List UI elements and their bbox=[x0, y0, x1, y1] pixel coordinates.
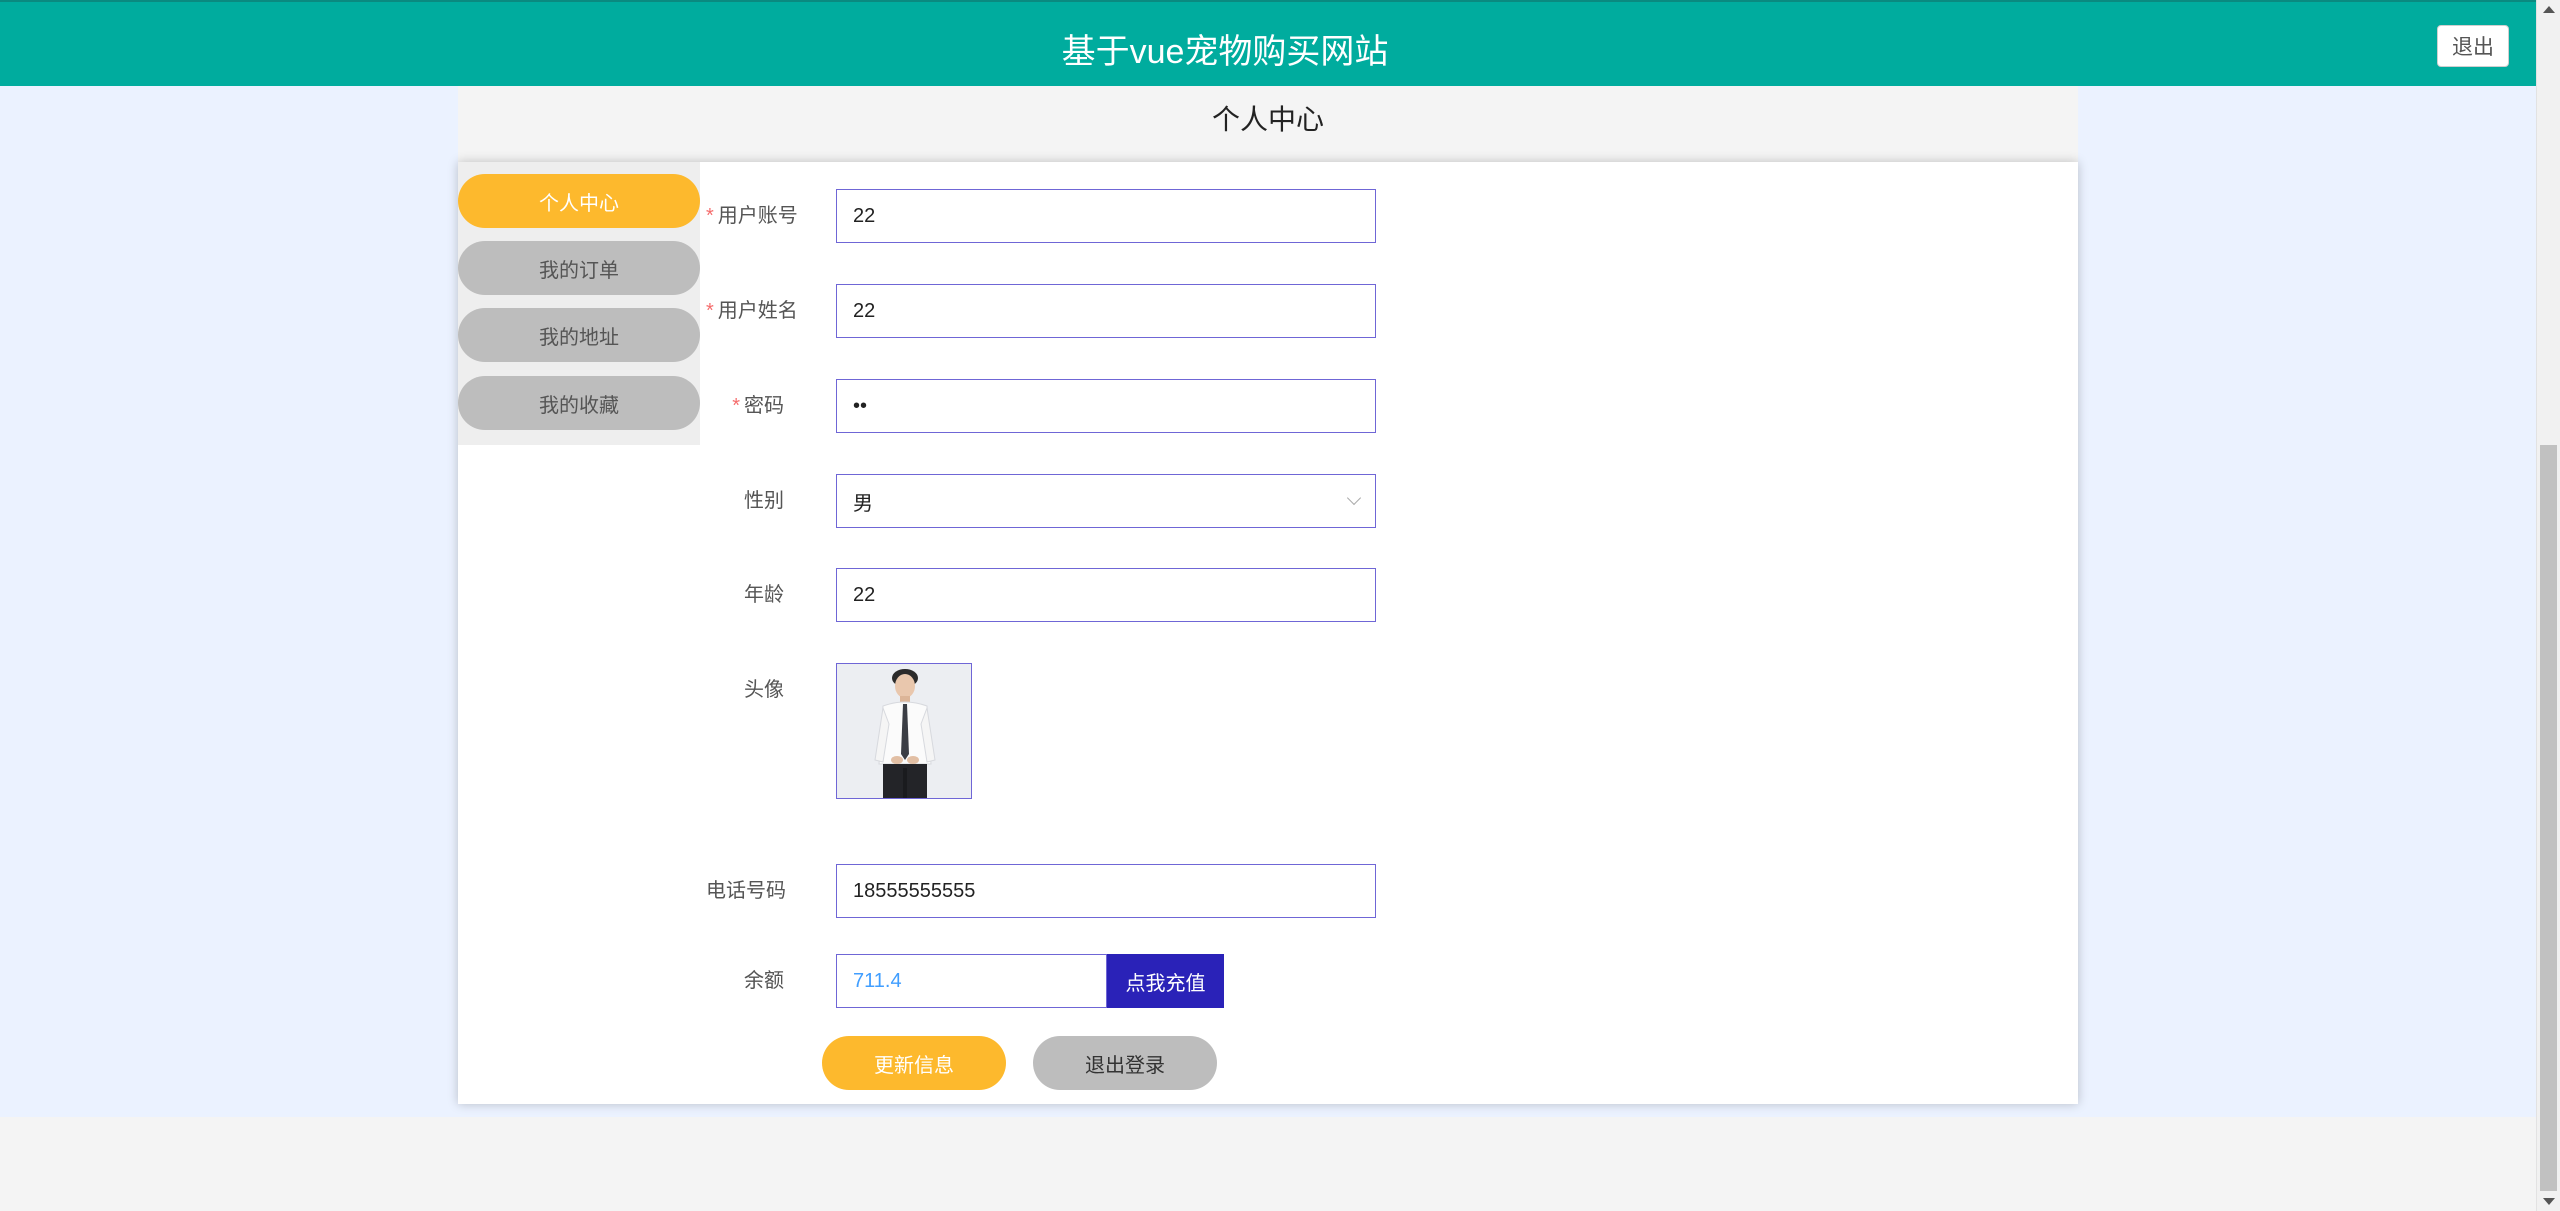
top-header: 基于vue宠物购买网站 退出 bbox=[0, 0, 2536, 86]
sidebar-item-profile[interactable]: 个人中心 bbox=[458, 174, 700, 228]
age-label: 年龄 bbox=[744, 584, 784, 606]
avatar-photo-icon bbox=[837, 664, 971, 798]
header-logout-button[interactable]: 退出 bbox=[2437, 25, 2509, 67]
balance-label: 余额 bbox=[744, 970, 784, 992]
password-label: * 密码 bbox=[732, 395, 784, 417]
sidebar-item-address[interactable]: 我的地址 bbox=[458, 308, 700, 362]
avatar-upload[interactable] bbox=[836, 663, 972, 799]
required-mark: * bbox=[706, 300, 714, 322]
scroll-thumb[interactable] bbox=[2540, 445, 2557, 1191]
required-mark: * bbox=[706, 205, 714, 227]
phone-label: 电话号码 bbox=[706, 880, 786, 902]
avatar-label: 头像 bbox=[744, 679, 784, 701]
name-label: * 用户姓名 bbox=[706, 300, 798, 322]
gender-select[interactable]: 男 bbox=[836, 474, 1376, 528]
phone-input[interactable]: 18555555555 bbox=[836, 864, 1376, 918]
password-input[interactable]: •• bbox=[836, 379, 1376, 433]
account-input[interactable]: 22 bbox=[836, 189, 1376, 243]
scroll-down-arrow-icon[interactable] bbox=[2543, 1198, 2555, 1205]
gender-label: 性别 bbox=[744, 490, 784, 512]
page-subheader: 个人中心 bbox=[458, 86, 2078, 162]
logout-button[interactable]: 退出登录 bbox=[1033, 1036, 1217, 1090]
update-info-button[interactable]: 更新信息 bbox=[822, 1036, 1006, 1090]
name-input[interactable]: 22 bbox=[836, 284, 1376, 338]
scroll-up-arrow-icon[interactable] bbox=[2543, 6, 2555, 13]
required-mark: * bbox=[732, 395, 740, 417]
chevron-down-icon bbox=[1346, 490, 1362, 506]
balance-value: 711.4 bbox=[836, 954, 1107, 1008]
account-label: * 用户账号 bbox=[706, 205, 798, 227]
page-scrollbar[interactable] bbox=[2536, 0, 2560, 1211]
age-input[interactable]: 22 bbox=[836, 568, 1376, 622]
sidebar-item-orders[interactable]: 我的订单 bbox=[458, 241, 700, 295]
profile-card: 个人中心 我的订单 我的地址 我的收藏 * 用户账号 22 * 用户姓名 22 * 密… bbox=[458, 162, 2078, 1104]
page-title: 个人中心 bbox=[1211, 104, 1324, 135]
recharge-button[interactable]: 点我充值 bbox=[1107, 954, 1224, 1008]
gender-value: 男 bbox=[853, 492, 873, 515]
sidebar: 个人中心 我的订单 我的地址 我的收藏 bbox=[458, 162, 700, 445]
sidebar-item-favorites[interactable]: 我的收藏 bbox=[458, 376, 700, 430]
site-title: 基于vue宠物购买网站 bbox=[1061, 33, 1389, 71]
